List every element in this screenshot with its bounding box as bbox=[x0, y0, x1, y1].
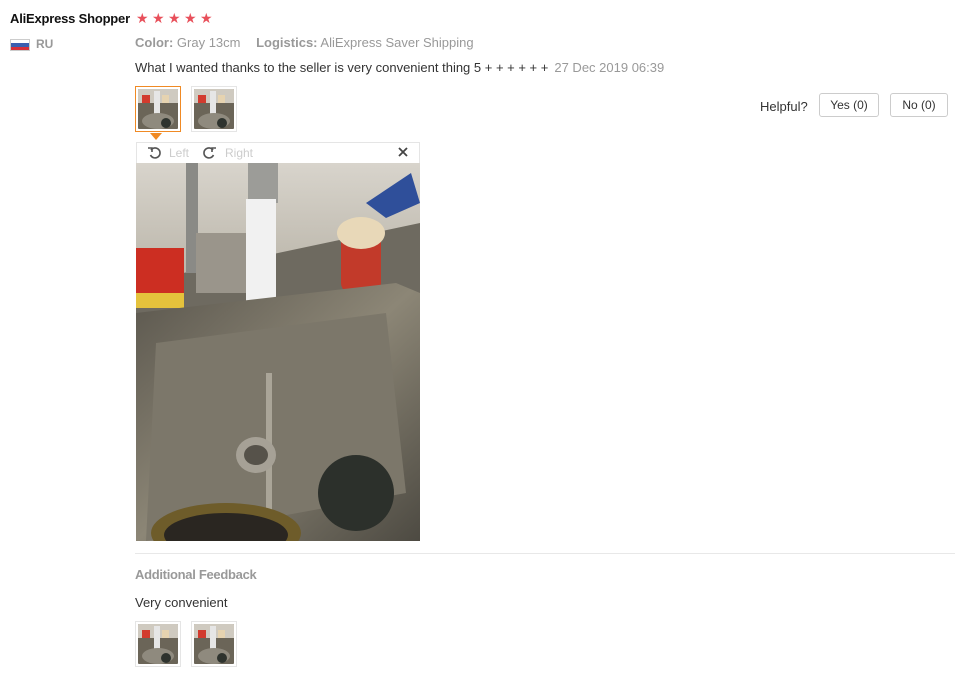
reviewer-name: AliExpress Shopper bbox=[10, 11, 130, 26]
helpful-yes-button[interactable]: Yes (0) bbox=[819, 93, 879, 117]
review-photo-thumbnail[interactable] bbox=[191, 86, 237, 132]
rotate-left-label[interactable]: Left bbox=[169, 146, 189, 160]
review-photo-large[interactable] bbox=[136, 163, 420, 541]
review-text: What I wanted thanks to the seller is ve… bbox=[135, 60, 549, 75]
star-icon: ★ bbox=[152, 10, 165, 26]
star-icon: ★ bbox=[200, 10, 213, 26]
logistics-label: Logistics: bbox=[256, 35, 318, 50]
country-flag-icon bbox=[10, 39, 30, 51]
photo-viewer-toolbar: Left Right bbox=[136, 142, 420, 163]
additional-photo-thumbnail[interactable] bbox=[135, 621, 181, 667]
section-divider bbox=[135, 553, 955, 554]
star-icon: ★ bbox=[184, 10, 197, 26]
order-info: Color: Gray 13cm Logistics: AliExpress S… bbox=[135, 35, 474, 50]
additional-feedback-text: Very convenient bbox=[135, 595, 228, 610]
country-code: RU bbox=[36, 37, 54, 51]
rotate-right-label[interactable]: Right bbox=[225, 146, 253, 160]
additional-photo-thumbnail[interactable] bbox=[191, 621, 237, 667]
review-photo-thumbnail[interactable] bbox=[135, 86, 181, 132]
review-text-line: What I wanted thanks to the seller is ve… bbox=[135, 60, 664, 75]
active-thumbnail-indicator-icon bbox=[150, 133, 162, 140]
color-value: Gray 13cm bbox=[176, 35, 241, 50]
rotate-left-icon[interactable] bbox=[147, 145, 163, 161]
helpful-label: Helpful? bbox=[760, 99, 808, 114]
rotate-right-icon[interactable] bbox=[201, 145, 217, 161]
color-label: Color: bbox=[135, 35, 174, 50]
star-icon: ★ bbox=[136, 10, 149, 26]
rating-stars: ★ ★ ★ ★ ★ bbox=[136, 11, 214, 25]
helpful-no-button[interactable]: No (0) bbox=[890, 93, 948, 117]
logistics-value: AliExpress Saver Shipping bbox=[320, 35, 474, 50]
additional-feedback-title: Additional Feedback bbox=[135, 567, 257, 582]
review-date: 27 Dec 2019 06:39 bbox=[554, 60, 665, 75]
close-icon[interactable] bbox=[397, 146, 409, 158]
star-icon: ★ bbox=[168, 10, 181, 26]
